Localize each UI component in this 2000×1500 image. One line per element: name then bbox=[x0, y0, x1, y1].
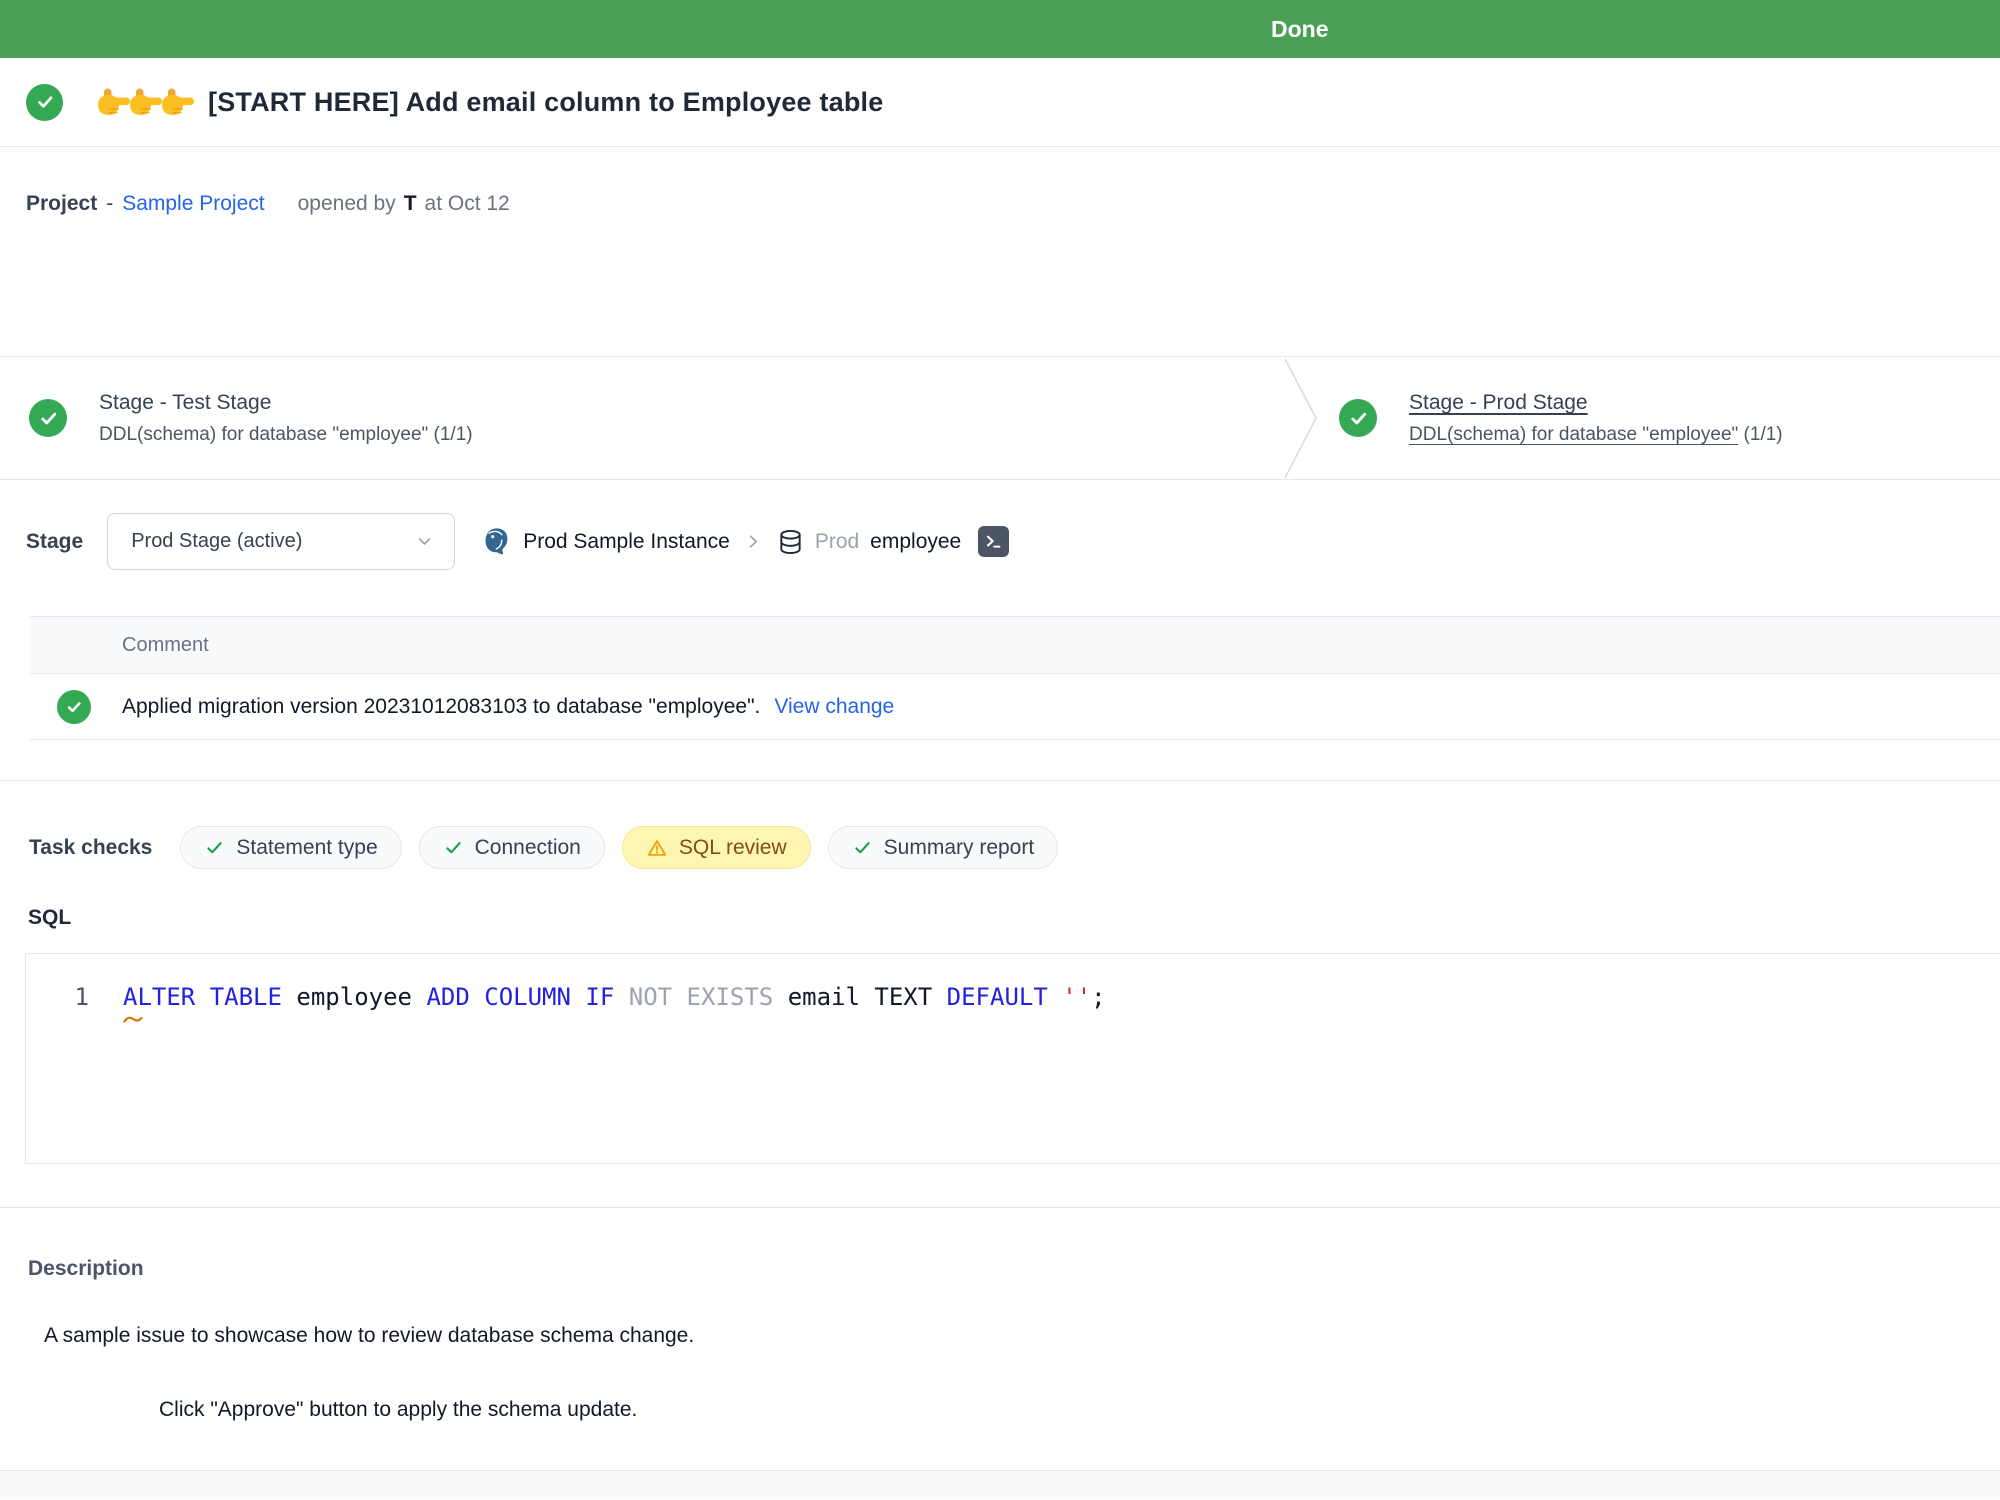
status-done-label: Done bbox=[1271, 0, 1329, 58]
sql-token: NOT EXISTS bbox=[614, 983, 773, 1011]
chevron-down-icon bbox=[415, 532, 434, 551]
status-banner: Done bbox=[0, 0, 2000, 58]
stage-select-value: Prod Stage (active) bbox=[131, 530, 302, 553]
project-label: Project bbox=[26, 189, 97, 219]
sql-review-squiggle-icon bbox=[123, 1014, 143, 1024]
task-check-pill-sql-review[interactable]: SQL review bbox=[622, 826, 811, 869]
description-paragraph: Click "Approve" button to apply the sche… bbox=[159, 1396, 2000, 1424]
comment-table-header: Comment bbox=[30, 617, 2000, 674]
sql-code-line: ALTER TABLE employee ADD COLUMN IF NOT E… bbox=[123, 980, 1106, 1014]
view-change-link[interactable]: View change bbox=[774, 695, 894, 719]
opened-by-prefix: opened by bbox=[298, 189, 396, 219]
task-checks-section: Task checks Statement type Connection SQL … bbox=[0, 826, 2000, 1164]
issue-title-row: [START HERE] Add email column to Employe… bbox=[0, 58, 2000, 147]
issue-title: [START HERE] Add email column to Employe… bbox=[208, 87, 883, 118]
stage-prod-title-link[interactable]: Stage - Prod Stage bbox=[1409, 389, 1783, 416]
task-check-pill-label: Connection bbox=[475, 836, 581, 860]
project-row: Project - Sample Project opened by T at … bbox=[0, 147, 2000, 357]
sql-token: ; bbox=[1091, 983, 1105, 1011]
stage-selector-row: Stage Prod Stage (active) Prod Sample In… bbox=[0, 480, 2000, 616]
sql-token: email TEXT bbox=[773, 983, 946, 1011]
check-icon bbox=[852, 837, 873, 858]
issue-opener: T bbox=[404, 189, 417, 219]
breadcrumb-chevron-icon bbox=[744, 532, 763, 551]
point-right-emoji-icon bbox=[96, 86, 132, 118]
database-env-label: Prod bbox=[815, 530, 859, 554]
project-dash: - bbox=[106, 189, 113, 219]
footer-strip bbox=[0, 1471, 2000, 1497]
sql-token: employee bbox=[282, 983, 427, 1011]
opened-by-group: opened by T at Oct 12 bbox=[298, 189, 510, 219]
section-divider bbox=[0, 740, 2000, 781]
task-check-pill-label: Summary report bbox=[884, 836, 1035, 860]
description-heading: Description bbox=[28, 1254, 2000, 1284]
task-checks-label: Task checks bbox=[29, 836, 152, 860]
stage-prod-subtitle-link[interactable]: DDL(schema) for database "employee" bbox=[1409, 424, 1738, 445]
stage-test-title: Stage - Test Stage bbox=[99, 389, 473, 416]
open-sql-editor-button[interactable] bbox=[978, 526, 1009, 557]
stage-card-test-stage[interactable]: Stage - Test Stage DDL(schema) for datab… bbox=[29, 357, 473, 479]
task-check-pill-label: SQL review bbox=[679, 836, 787, 860]
sql-heading: SQL bbox=[28, 903, 2000, 933]
stage-status-check-circle-icon bbox=[29, 399, 67, 437]
sql-token: '' bbox=[1062, 983, 1091, 1011]
comment-text: Applied migration version 20231012083103… bbox=[122, 695, 760, 719]
database-breadcrumb: Prod Sample Instance Prod employee bbox=[481, 526, 1009, 557]
task-check-pill-connection[interactable]: Connection bbox=[419, 826, 605, 869]
stage-prod-subtitle-count: (1/1) bbox=[1744, 424, 1783, 445]
postgresql-icon bbox=[481, 526, 512, 557]
check-icon bbox=[204, 837, 225, 858]
database-icon bbox=[777, 528, 804, 556]
comment-status-check-circle-icon bbox=[57, 690, 91, 724]
database-name[interactable]: employee bbox=[870, 530, 961, 554]
sql-token bbox=[1048, 983, 1062, 1011]
point-right-emoji-icon bbox=[160, 86, 196, 118]
sql-code-block[interactable]: 1 ALTER TABLE employee ADD COLUMN IF NOT… bbox=[25, 953, 2000, 1164]
task-check-pills: Statement type Connection SQL review Summar… bbox=[180, 826, 1058, 869]
warning-triangle-icon bbox=[646, 837, 668, 859]
project-name-link[interactable]: Sample Project bbox=[122, 189, 264, 219]
point-right-emoji-icons bbox=[96, 86, 192, 118]
stage-select-label: Stage bbox=[26, 530, 83, 554]
sql-token: DEFAULT bbox=[947, 983, 1048, 1011]
line-number: 1 bbox=[26, 980, 89, 1014]
description-paragraph: A sample issue to showcase how to review… bbox=[44, 1322, 2000, 1350]
stage-pipeline: Stage - Test Stage DDL(schema) for datab… bbox=[0, 357, 2000, 480]
comment-table-row: Applied migration version 20231012083103… bbox=[30, 674, 2000, 740]
instance-name[interactable]: Prod Sample Instance bbox=[523, 530, 730, 554]
stage-chevron-separator-icon bbox=[1283, 358, 1319, 484]
sql-token: ALTER TABLE bbox=[123, 983, 282, 1011]
task-check-pill-statement-type[interactable]: Statement type bbox=[180, 826, 401, 869]
issue-status-check-circle-icon bbox=[26, 84, 63, 121]
stage-card-prod-stage[interactable]: Stage - Prod Stage DDL(schema) for datab… bbox=[1339, 357, 1783, 479]
sql-token: ADD COLUMN IF bbox=[426, 983, 614, 1011]
task-check-pill-label: Statement type bbox=[236, 836, 377, 860]
point-right-emoji-icon bbox=[128, 86, 164, 118]
section-divider bbox=[0, 1164, 2000, 1208]
issue-detail-page: Done [START HERE] Add email column to Em… bbox=[0, 0, 2000, 1500]
terminal-icon bbox=[984, 532, 1003, 551]
check-icon bbox=[443, 837, 464, 858]
stage-test-subtitle: DDL(schema) for database "employee" (1/1… bbox=[99, 422, 473, 447]
stage-status-check-circle-icon bbox=[1339, 399, 1377, 437]
opened-at: at Oct 12 bbox=[425, 189, 510, 219]
description-section: Description A sample issue to showcase h… bbox=[0, 1208, 2000, 1471]
task-check-pill-summary-report[interactable]: Summary report bbox=[828, 826, 1059, 869]
stage-select-dropdown[interactable]: Prod Stage (active) bbox=[107, 513, 455, 570]
comment-table: Comment Applied migration version 202310… bbox=[30, 616, 2000, 740]
